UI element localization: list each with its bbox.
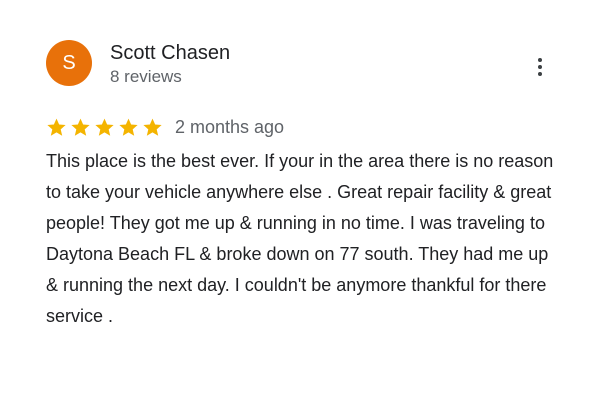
star-icon xyxy=(95,118,114,136)
rating-row: 2 months ago xyxy=(46,114,284,140)
avatar-initial: S xyxy=(62,51,76,74)
more-vert-icon xyxy=(538,58,542,76)
review-card: S Scott Chasen 8 reviews 2 months ago Th… xyxy=(0,0,600,400)
more-options-button[interactable] xyxy=(526,52,554,82)
review-text: This place is the best ever. If your in … xyxy=(46,151,554,326)
star-icon xyxy=(71,118,90,136)
avatar[interactable]: S xyxy=(46,40,92,86)
star-icon xyxy=(143,118,162,136)
star-icon xyxy=(47,118,66,136)
review-count[interactable]: 8 reviews xyxy=(110,66,182,88)
star-icon xyxy=(119,118,138,136)
reviewer-name[interactable]: Scott Chasen xyxy=(110,40,230,66)
review-date: 2 months ago xyxy=(175,117,285,137)
star-rating xyxy=(46,117,163,138)
